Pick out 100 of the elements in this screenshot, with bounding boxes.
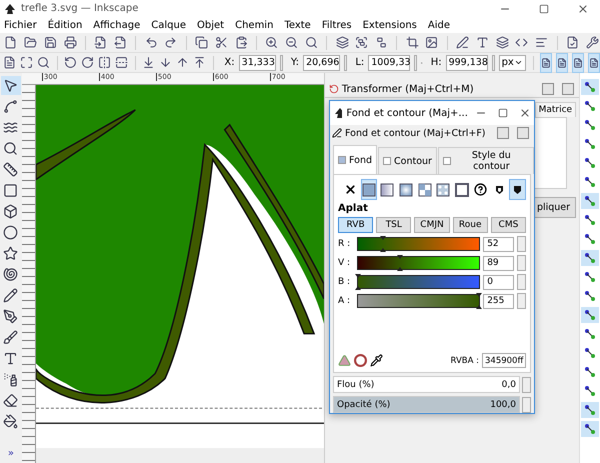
fill-stroke-icon (332, 128, 342, 138)
page-icon[interactable] (3, 54, 16, 70)
opacity-slider[interactable]: Opacité (%) 100,0 (333, 396, 520, 413)
menu-item[interactable]: Édition (48, 20, 82, 30)
field-label: H: (430, 57, 442, 68)
color-mode-tab[interactable]: TSL (376, 217, 412, 233)
lower-bottom-icon[interactable] (142, 54, 156, 70)
number-field[interactable]: 20,696 (303, 54, 340, 70)
snap-toggle[interactable] (581, 79, 600, 95)
close-button[interactable] (517, 127, 529, 139)
slider-thumb[interactable] (380, 236, 386, 252)
slider-thumb[interactable] (354, 274, 361, 290)
snap-toggle[interactable] (581, 421, 600, 437)
number-field[interactable]: 0 (483, 274, 514, 290)
pointer-icon[interactable] (0, 76, 21, 95)
select-all-icon[interactable] (20, 54, 33, 70)
flip-horizontal-icon[interactable] (98, 54, 112, 70)
text-icon[interactable] (474, 34, 490, 50)
printer-icon[interactable] (62, 34, 78, 50)
color-slider[interactable] (356, 256, 480, 270)
close-button[interactable] (562, 83, 574, 95)
group-icon[interactable] (354, 34, 370, 50)
shield-icon (513, 184, 522, 194)
menu-item[interactable]: Texte (284, 20, 311, 30)
color-triangle-icon[interactable] (338, 354, 351, 367)
zoom-icon[interactable] (37, 54, 50, 70)
scale-toggle[interactable] (572, 52, 584, 72)
menu-item[interactable]: Chemin (235, 20, 274, 30)
radial-gradient-icon (399, 182, 414, 196)
color-mode-tab[interactable]: RVB (338, 217, 374, 233)
zoom-out-icon[interactable] (284, 34, 300, 50)
gradient-icon (380, 182, 394, 196)
scale-toggle[interactable] (540, 52, 552, 72)
scale-toggle[interactable] (556, 52, 568, 72)
fill-rule-button[interactable] (509, 179, 526, 200)
iconify-button[interactable] (542, 83, 554, 95)
color-slider[interactable] (356, 237, 480, 251)
menu-item[interactable]: Affichage (93, 20, 140, 30)
color-mode-tab[interactable]: CMJN (414, 217, 450, 233)
layers-icon[interactable] (494, 34, 510, 50)
snap-toggle[interactable] (581, 402, 600, 418)
field-label: L: (355, 57, 364, 68)
slider-thumb[interactable] (397, 255, 404, 271)
rgba-label: RVBA : (450, 356, 479, 366)
menu-item[interactable]: Aide (428, 20, 450, 30)
eyedropper-icon[interactable] (370, 354, 383, 367)
field-label: Y: (290, 57, 300, 68)
menu-item[interactable]: Extensions (362, 20, 417, 30)
channel-label: V : (338, 258, 352, 268)
dialog-tab[interactable]: Fond (333, 145, 377, 174)
number-field[interactable]: 52 (483, 236, 514, 252)
menu-item[interactable]: Calque (151, 20, 186, 30)
scale-toggle[interactable] (588, 52, 600, 72)
save-icon[interactable] (42, 34, 58, 50)
edit-icon[interactable] (454, 34, 471, 50)
duplicate-icon[interactable] (334, 34, 350, 50)
paint-type-button[interactable] (360, 179, 378, 200)
scissors-icon[interactable] (214, 34, 230, 50)
color-slider[interactable] (356, 294, 480, 308)
crop-icon[interactable] (404, 34, 420, 50)
color-slider[interactable] (356, 275, 480, 289)
color-mode-tab[interactable]: CMS (490, 217, 526, 233)
color-mode-tab[interactable]: Roue (452, 217, 488, 233)
more-tools[interactable]: » (8, 448, 14, 459)
apply-button[interactable]: pliquer (534, 197, 576, 218)
menu-item[interactable]: Fichier (4, 20, 37, 30)
iconify-button[interactable] (497, 127, 509, 139)
flip-vertical-icon[interactable] (115, 54, 128, 70)
zoom-icon[interactable] (303, 34, 320, 50)
folder-icon[interactable] (22, 34, 38, 50)
slider-thumb[interactable] (476, 293, 482, 309)
chevron-down-icon (514, 58, 523, 67)
color-wheel-icon[interactable] (354, 354, 367, 367)
number-field[interactable]: 31,333 (238, 54, 276, 70)
dialog-tab[interactable]: Contour (378, 147, 437, 174)
page-icon (572, 58, 583, 68)
rotate-left-icon[interactable] (64, 54, 78, 70)
snap-toggle[interactable] (581, 193, 600, 209)
wrench-icon[interactable] (584, 34, 600, 50)
export-icon[interactable] (112, 34, 128, 50)
image-icon[interactable] (424, 34, 440, 50)
number-field[interactable]: 255 (483, 294, 514, 308)
document-icon[interactable] (564, 34, 580, 50)
rgba-field[interactable]: 345900ff (482, 353, 526, 368)
snap-toggle[interactable] (581, 307, 600, 323)
menu-item[interactable]: Filtres (322, 20, 352, 30)
panel-tab[interactable]: Matrice (534, 102, 576, 117)
copy-icon[interactable] (194, 34, 210, 50)
flat-icon (362, 182, 376, 196)
menu-item[interactable]: Objet (197, 20, 224, 30)
raise-top-icon[interactable] (193, 54, 206, 70)
number-field[interactable]: 999,138 (446, 54, 488, 70)
dialog-tab[interactable]: Style du contour (438, 147, 534, 174)
snap-toggle[interactable] (581, 250, 600, 266)
number-field[interactable]: 1009,33 (368, 54, 410, 70)
unit-dropdown[interactable]: px (498, 54, 526, 70)
number-field[interactable]: 89 (483, 256, 514, 270)
zoom-in-icon[interactable] (264, 34, 280, 50)
page-icon (588, 58, 599, 68)
rotate-right-icon[interactable] (81, 54, 94, 70)
